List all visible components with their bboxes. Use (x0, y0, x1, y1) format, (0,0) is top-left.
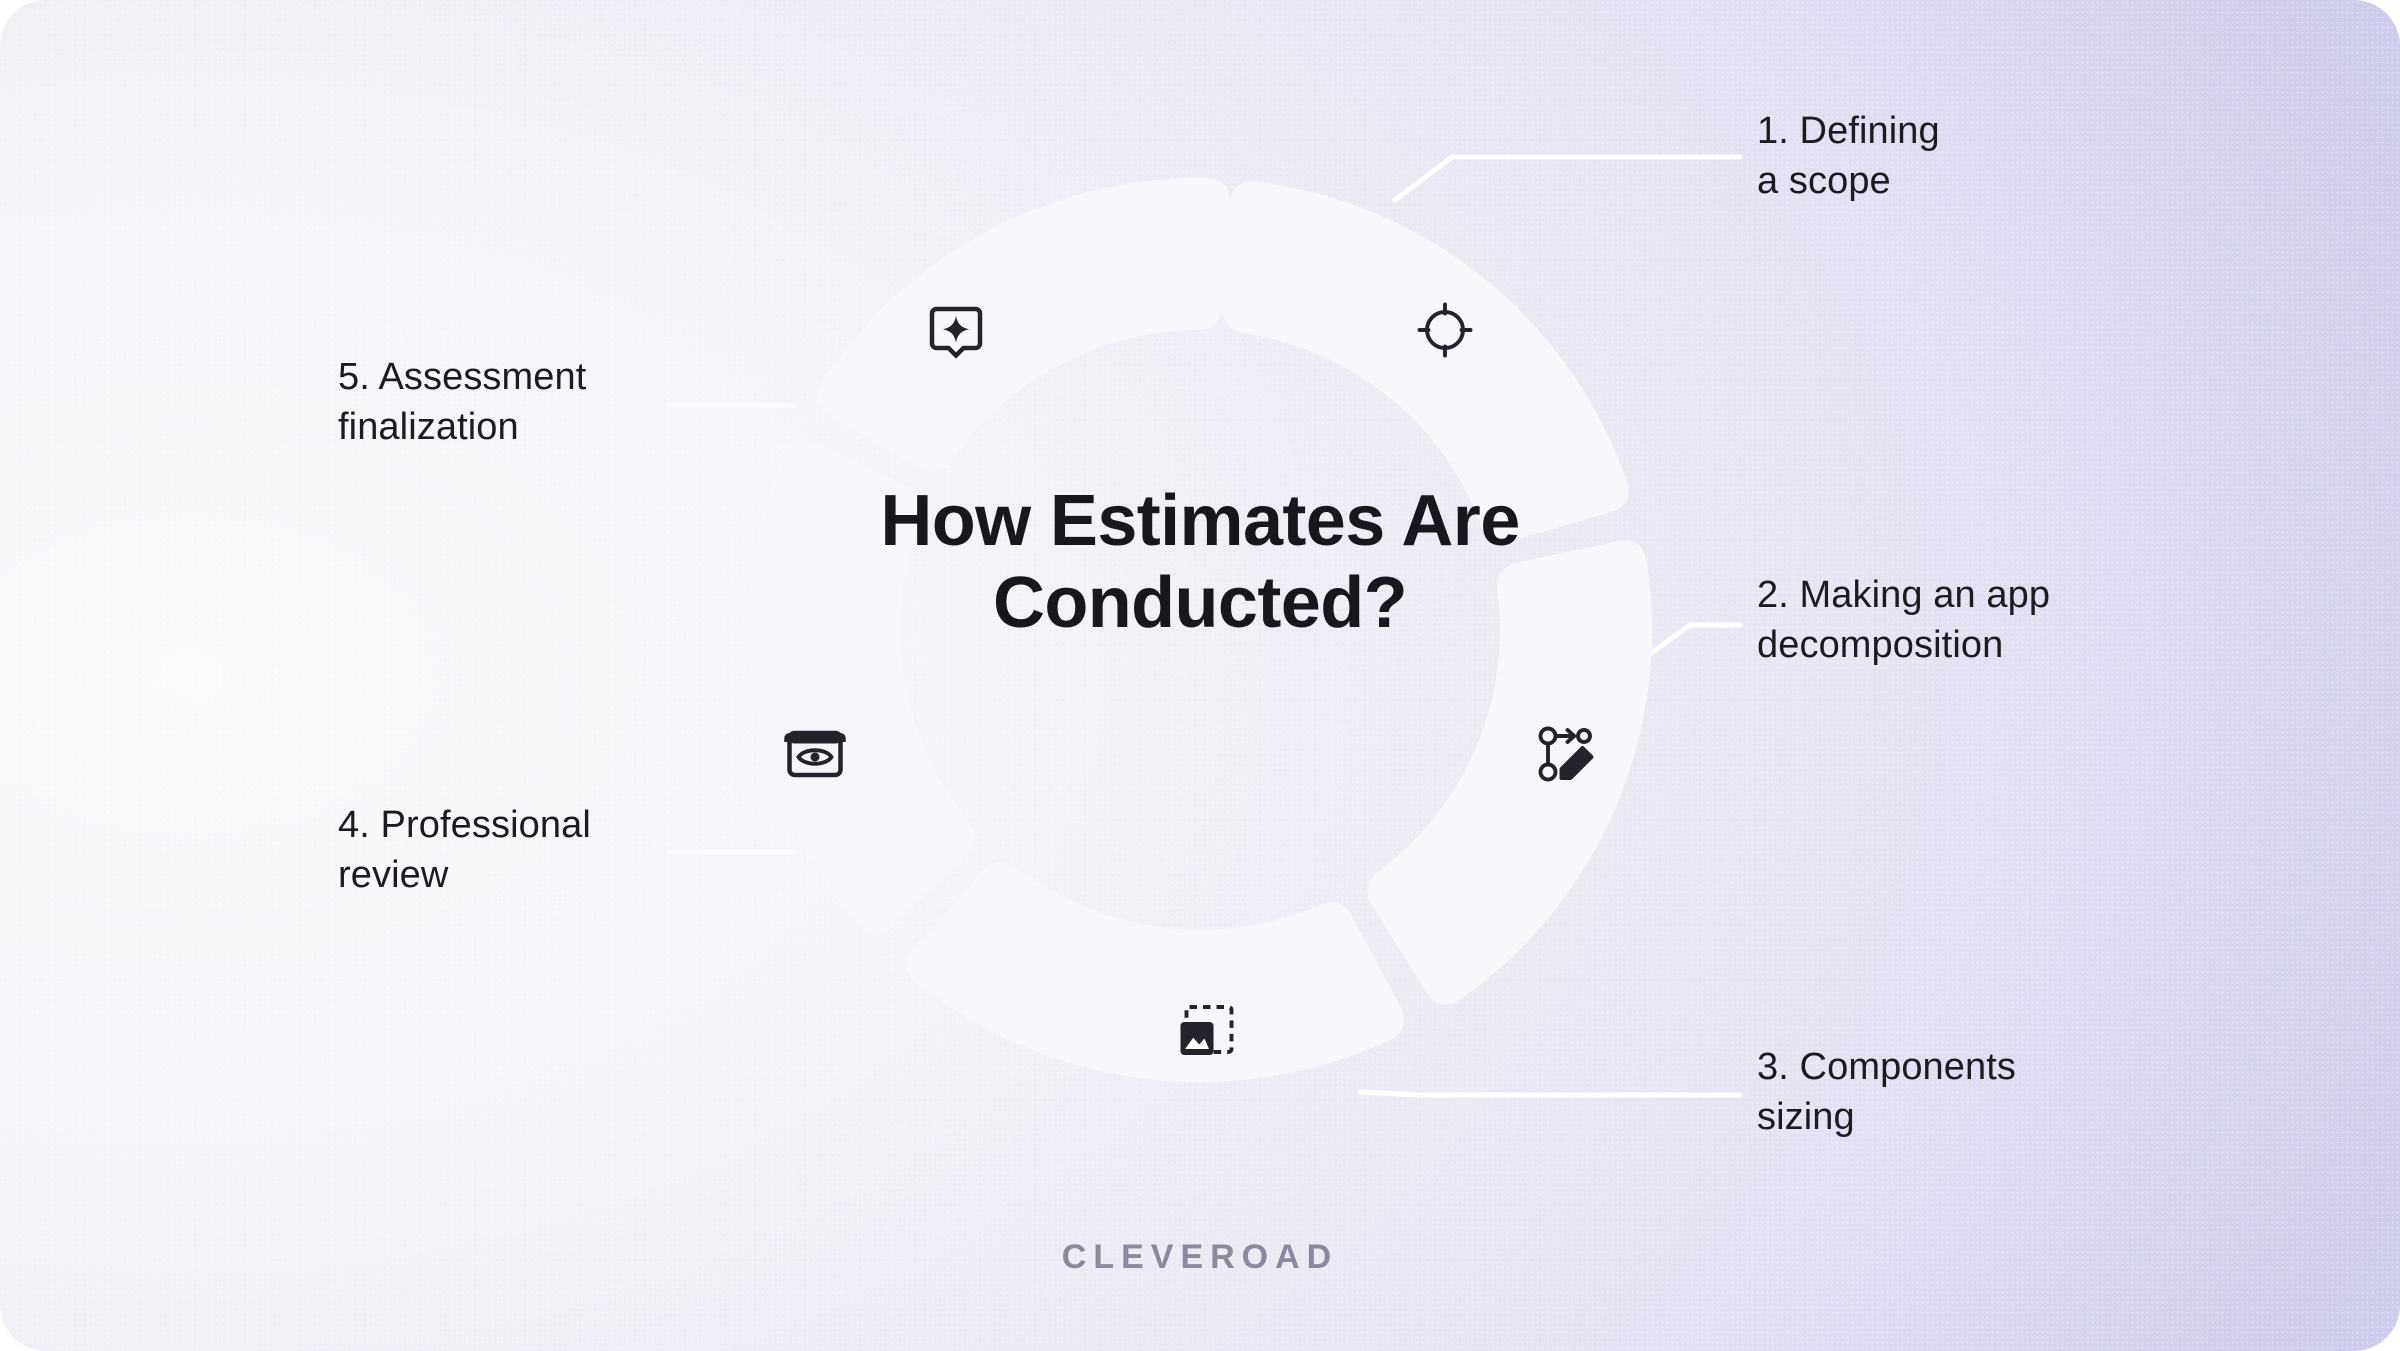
wheel-segment-3[interactable] (906, 861, 1405, 1082)
wheel-segment-5[interactable] (817, 177, 1230, 472)
brand-wordmark: CLEVEROAD (1061, 1238, 1339, 1276)
workflow-edit-icon (1530, 718, 1602, 790)
sparkle-badge-icon (920, 294, 992, 366)
step-label-3: 3. Components sizing (1757, 1046, 2017, 1139)
step-label-5: 5. Assessment finalization (338, 356, 587, 449)
infographic-canvas: How Estimates Are Conducted? 1. Defining… (0, 0, 2400, 1351)
step-label-1: 1. Defining a scope (1757, 110, 1940, 203)
eye-window-icon (779, 718, 851, 790)
step-label-2: 2. Making an app decomposition (1757, 574, 2051, 667)
step-label-4: 4. Professional review (338, 804, 591, 897)
center-title: How Estimates Are Conducted? (880, 481, 1520, 644)
image-resize-icon (1170, 995, 1242, 1067)
target-icon (1409, 294, 1481, 366)
